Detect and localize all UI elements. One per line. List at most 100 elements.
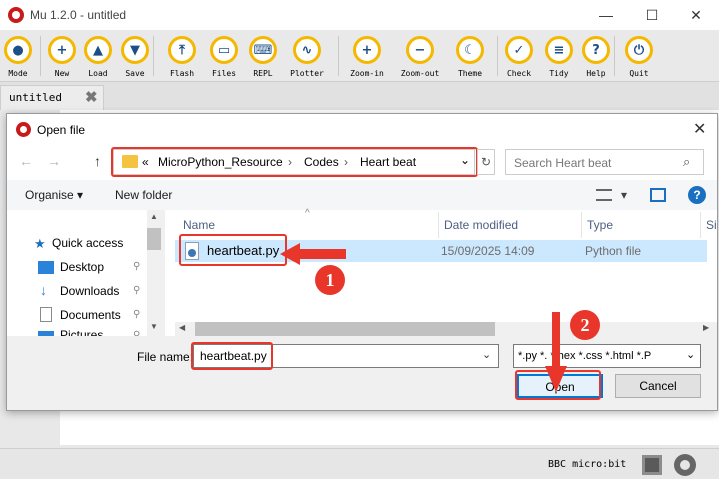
nav-item-downloads[interactable]: Downloads <box>60 284 119 298</box>
pin-icon[interactable]: ⚲ <box>133 309 140 320</box>
zoom-in-button[interactable]: + Zoom-in <box>345 34 391 80</box>
toolbar: ● Mode + New ▲ Load ▼ Save ⤒ Flash ▭ Files ⌨ RE… <box>0 30 719 82</box>
zoom-out-icon: − <box>406 36 434 64</box>
scroll-left-icon[interactable]: ◀ <box>179 323 185 332</box>
search-icon: ⌕ <box>683 154 691 169</box>
chevron-down-icon[interactable]: ⌄ <box>686 348 695 361</box>
navigation-pane: ★ Quick access Desktop ⚲ ↓ Downloads ⚲ D… <box>7 210 161 339</box>
mu-logo-icon <box>16 122 31 137</box>
open-file-dialog: Open file ✕ ← → ↑ « MicroPython_Resource… <box>6 113 718 411</box>
file-name-label: File name: <box>137 350 194 364</box>
column-divider <box>581 212 582 238</box>
quit-button[interactable]: ⏻ Quit <box>617 34 663 80</box>
chevron-down-icon[interactable]: ▾ <box>621 188 627 202</box>
pulse-icon: ∿ <box>293 36 321 64</box>
sort-up-icon: ^ <box>305 208 310 219</box>
view-options-icon[interactable] <box>596 189 612 201</box>
vertical-scrollbar[interactable]: ▲ ▼ <box>147 210 161 336</box>
chip-icon[interactable] <box>642 455 662 475</box>
star-icon: ★ <box>34 236 46 251</box>
dialog-title: Open file <box>37 123 86 137</box>
window-title: Mu 1.2.0 - untitled <box>30 8 127 22</box>
file-date: 15/09/2025 14:09 <box>441 244 535 258</box>
theme-button[interactable]: ☾ Theme <box>448 34 494 80</box>
file-row[interactable]: heartbeat.py 15/09/2025 14:09 Python fil… <box>175 234 707 266</box>
keyboard-icon: ⌨ <box>249 36 277 64</box>
callout-badge-2: 2 <box>570 310 600 340</box>
open-highlight <box>515 370 601 400</box>
download-icon: ↓ <box>40 282 47 298</box>
download-icon: ▼ <box>121 36 149 64</box>
new-folder-button[interactable]: New folder <box>115 188 172 202</box>
flash-icon: ⤒ <box>168 36 196 64</box>
forward-arrow-icon[interactable]: → <box>47 153 61 169</box>
file-type-filter[interactable]: *.py *. *.hex *.css *.html *.P ⌄ <box>513 344 701 368</box>
gear-icon[interactable] <box>674 454 696 476</box>
refresh-icon[interactable]: ↻ <box>477 149 495 175</box>
files-icon: ▭ <box>210 36 238 64</box>
file-name-highlight <box>191 342 273 370</box>
dialog-title-bar: Open file ✕ <box>7 114 717 144</box>
dialog-footer: File name: heartbeat.py ⌄ *.py *. *.hex … <box>7 336 717 410</box>
zoom-in-icon: + <box>353 36 381 64</box>
scroll-right-icon[interactable]: ▶ <box>703 323 709 332</box>
nav-item-documents[interactable]: Documents <box>60 308 121 322</box>
column-size[interactable]: Si <box>706 218 717 232</box>
command-bar: Organise ▾ New folder ▾ ? <box>7 180 717 210</box>
filter-value: *.py *. *.hex *.css *.html *.P <box>518 350 652 362</box>
column-divider <box>438 212 439 238</box>
zoom-out-button[interactable]: − Zoom-out <box>398 34 444 80</box>
moon-icon: ☾ <box>456 36 484 64</box>
search-placeholder: Search Heart beat <box>514 156 612 170</box>
pin-icon[interactable]: ⚲ <box>133 261 140 272</box>
question-icon: ? <box>582 36 610 64</box>
chevron-down-icon[interactable]: ⌄ <box>482 348 491 361</box>
scrollbar-thumb[interactable] <box>195 322 495 336</box>
pin-icon[interactable]: ⚲ <box>133 285 140 296</box>
file-list: ^ Name Date modified Type Si heartbeat.p… <box>165 208 717 336</box>
preview-pane-icon[interactable] <box>650 188 666 202</box>
tab-label: untitled <box>9 91 62 104</box>
tab-untitled[interactable]: untitled ✖ <box>0 85 104 110</box>
address-highlight <box>111 147 478 177</box>
dialog-close-button[interactable]: ✕ <box>693 119 706 139</box>
scrollbar-thumb[interactable] <box>147 228 161 250</box>
status-bar: BBC micro:bit <box>0 448 719 479</box>
close-button[interactable]: ✕ <box>673 0 719 30</box>
horizontal-scrollbar[interactable]: ◀ ▶ <box>175 322 717 336</box>
column-name[interactable]: Name <box>183 218 215 232</box>
nav-item-quick-access[interactable]: Quick access <box>52 236 123 250</box>
tab-bar: untitled ✖ <box>0 82 719 110</box>
close-tab-icon[interactable]: ✖ <box>85 88 98 106</box>
mode-icon: ● <box>4 36 32 64</box>
column-divider <box>700 212 701 238</box>
power-icon: ⏻ <box>625 36 653 64</box>
navigation-row: ← → ↑ « MicroPython_Resource › Codes › H… <box>7 144 717 180</box>
help-icon[interactable]: ? <box>688 186 706 204</box>
title-bar: Mu 1.2.0 - untitled — ☐ ✕ <box>0 0 719 30</box>
callout-badge-1: 1 <box>315 265 345 295</box>
minimize-button[interactable]: — <box>583 0 629 30</box>
nav-item-pictures[interactable]: Pictures <box>60 328 103 336</box>
plotter-button[interactable]: ∿ Plotter <box>285 34 331 80</box>
mode-indicator: BBC micro:bit <box>548 459 627 470</box>
back-arrow-icon[interactable]: ← <box>19 153 33 169</box>
organise-button[interactable]: Organise ▾ <box>25 188 83 202</box>
document-icon <box>40 307 52 322</box>
upload-icon: ▲ <box>84 36 112 64</box>
mu-logo-icon <box>8 7 24 23</box>
desktop-icon <box>38 261 54 274</box>
scroll-up-icon[interactable]: ▲ <box>150 212 158 221</box>
cancel-button[interactable]: Cancel <box>615 374 701 398</box>
maximize-button[interactable]: ☐ <box>629 0 675 30</box>
column-date-modified[interactable]: Date modified <box>444 218 518 232</box>
file-highlight <box>179 234 287 266</box>
scroll-down-icon[interactable]: ▼ <box>150 322 158 331</box>
up-arrow-icon[interactable]: ↑ <box>94 153 101 169</box>
plus-icon: + <box>48 36 76 64</box>
search-input[interactable]: Search Heart beat ⌕ <box>505 149 704 175</box>
tidy-icon: ≡ <box>545 36 573 64</box>
file-type: Python file <box>585 244 642 258</box>
column-type[interactable]: Type <box>587 218 613 232</box>
nav-item-desktop[interactable]: Desktop <box>60 260 104 274</box>
